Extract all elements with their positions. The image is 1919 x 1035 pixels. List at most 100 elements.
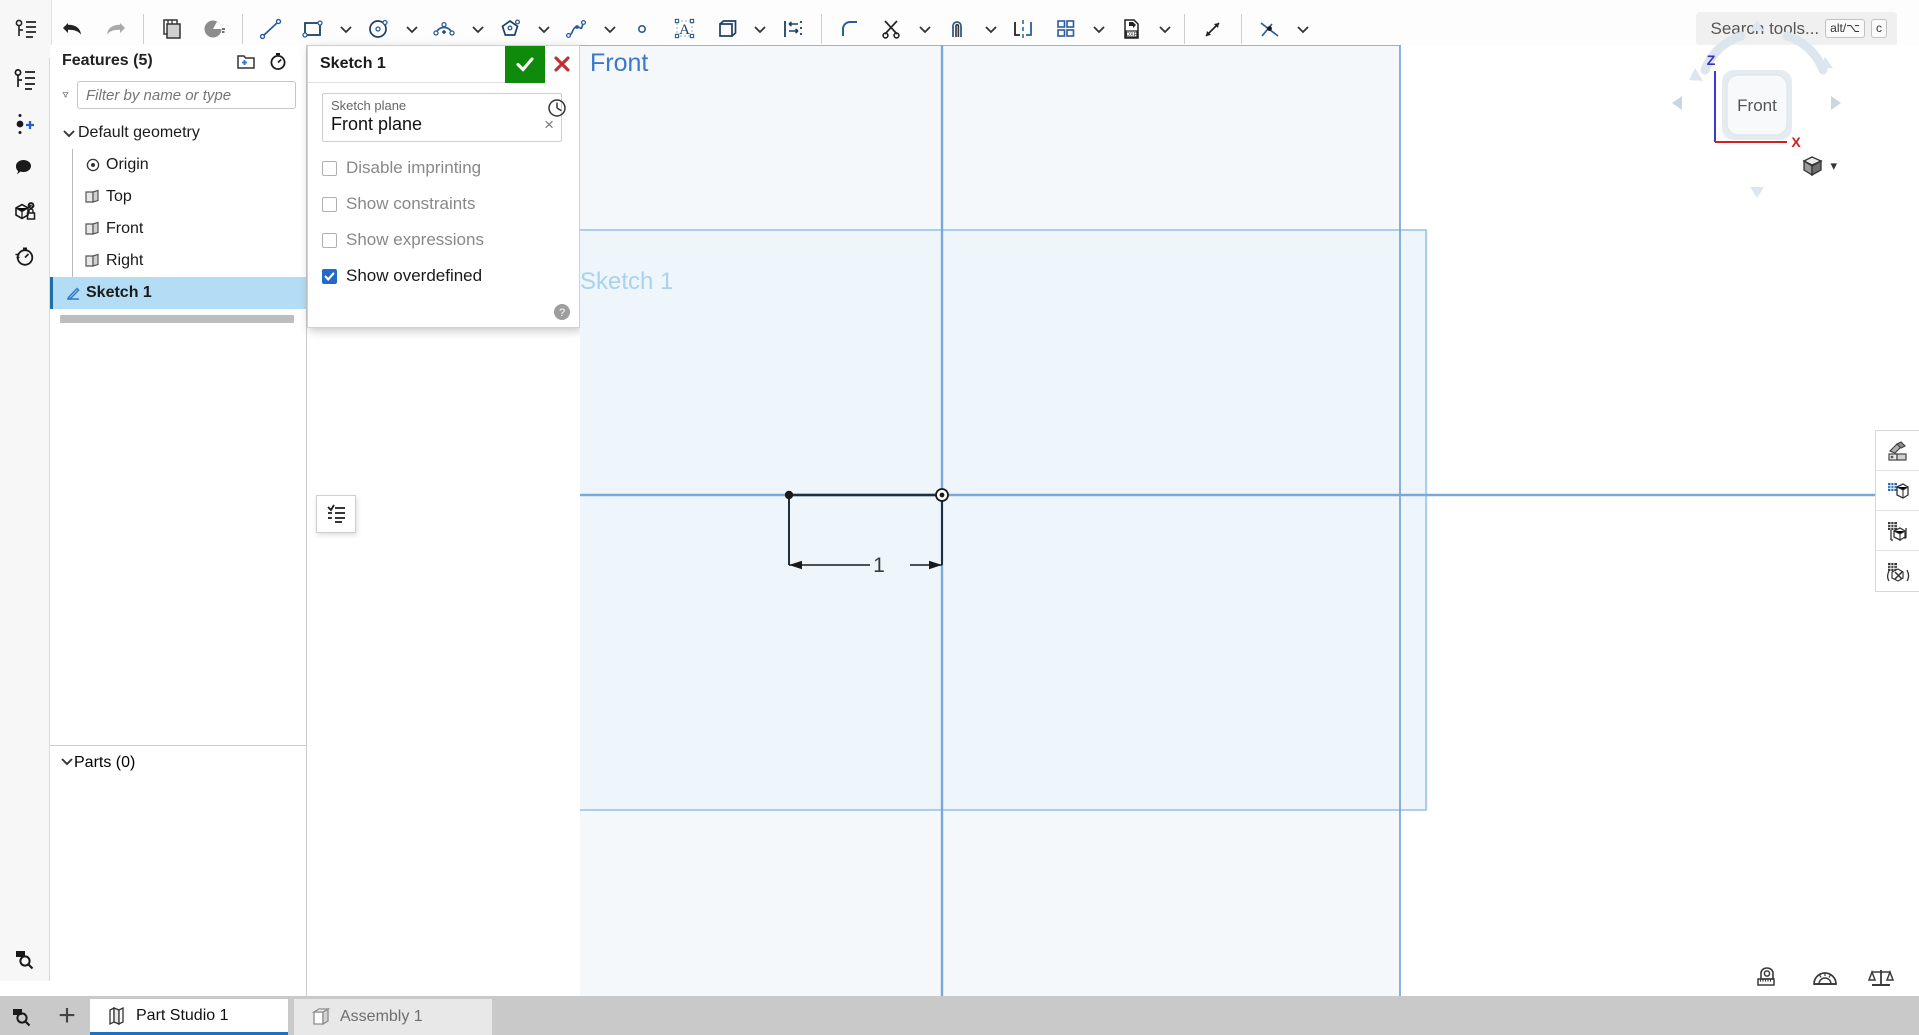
origin-icon [80,157,106,173]
filter-row [50,77,306,117]
appearance-button[interactable] [1876,431,1919,471]
view-left-arrow[interactable] [1672,96,1682,110]
document-tab-bar: + Part Studio 1 Assembly 1 [0,996,1919,1035]
chevron-down-icon [406,25,418,33]
tree-item-front-plane[interactable]: Front [50,213,306,245]
sidebar-item-history[interactable] [0,234,50,278]
tree-item-origin[interactable]: Origin [50,149,306,181]
view-down-arrow[interactable] [1750,187,1764,198]
arc-icon [433,21,455,36]
feature-panel-header: Features (5) [50,45,306,77]
checkbox-show-constraints[interactable]: Show constraints [322,194,565,214]
explode-view-button[interactable] [1876,551,1919,591]
rollback-button[interactable] [262,47,294,75]
checkbox-box[interactable] [322,232,337,248]
sidebar-item-search-document[interactable] [0,937,50,981]
plane-icon [80,188,106,206]
checkbox-show-expressions[interactable]: Show expressions [322,230,565,250]
part-studio-icon [109,1006,124,1025]
tree-item-label: Default geometry [78,124,200,141]
left-sidebar-rail: ? [0,58,50,981]
rotate-cw-arrow[interactable] [1782,31,1828,75]
sketch-plane-field[interactable]: Sketch plane Front plane × [322,93,562,142]
sidebar-item-add-version[interactable] [0,102,50,146]
sketch-point[interactable] [784,490,794,500]
tree-item-right-plane[interactable]: Right [50,245,306,277]
tab-part-studio-1[interactable]: Part Studio 1 [90,999,288,1035]
trim-icon [882,19,900,39]
parts-section-header[interactable]: Parts (0) [50,746,306,780]
sketch-history-button[interactable] [541,93,573,123]
tree-item-top-plane[interactable]: Top [50,181,306,213]
sketch-history-icon [548,99,566,117]
tree-scrollbar[interactable] [60,315,294,323]
checkbox-box[interactable] [322,196,337,212]
new-folder-button[interactable] [230,47,262,75]
tab-label: Assembly 1 [340,1008,423,1025]
chevron-down-icon [1159,25,1171,33]
sidebar-item-part-permissions[interactable]: ? [0,190,50,234]
help-circle-icon[interactable]: ? [553,303,571,321]
chevron-down-icon [919,25,931,33]
import-dxf-icon: DXF [1124,18,1139,39]
dimension-value-label[interactable]: 1 [873,554,885,577]
chevron-down-icon [472,25,484,33]
protractor-button[interactable] [1811,965,1841,991]
circle-icon [369,19,388,38]
search-input[interactable] [77,81,296,109]
accept-button[interactable] [505,45,545,83]
checkbox-show-overdefined[interactable]: Show overdefined [322,266,565,286]
sidebar-item-comments[interactable] [0,146,50,190]
chevron-down-icon[interactable] [60,126,78,140]
undo-icon [63,22,81,35]
spline-icon [565,19,587,38]
chevron-down-icon: ▾ [1830,158,1837,173]
axis-x-label: X [1791,134,1801,150]
checkbox-box[interactable] [322,160,337,176]
close-icon [554,56,570,72]
parts-section: Parts (0) [50,745,306,996]
filter-icon[interactable] [62,84,69,106]
tree-item-default-geometry[interactable]: Default geometry [50,117,306,149]
part-lock-icon: ? [15,202,36,220]
tab-assembly-1[interactable]: Assembly 1 [294,999,492,1035]
measure-tape-button[interactable] [1755,965,1785,991]
toolbar-separator [242,13,243,44]
axis-z-label: Z [1707,52,1716,68]
polygon-icon [501,18,521,36]
parts-section-label: Parts (0) [74,754,136,771]
checkbox-disable-imprinting[interactable]: Disable imprinting [322,158,565,178]
point-icon [638,24,647,33]
view-cube[interactable]: Front Z X ▾ [1669,8,1859,208]
section-view-button[interactable] [1876,511,1919,551]
feature-list-toggle-button[interactable] [0,0,52,58]
view-right-arrow[interactable] [1831,96,1841,110]
sketch-plane-label: Sketch plane [331,98,407,113]
tree-item-label: Top [106,188,132,205]
feature-list-icon [15,19,36,38]
sidebar-item-feature-list[interactable] [0,58,50,102]
transform-icon [1205,21,1220,37]
offset-icon [952,20,962,37]
view-style-dropdown[interactable]: ▾ [1800,153,1837,179]
tab-search-button[interactable] [0,996,44,1035]
checkbox-label: Show overdefined [346,266,483,285]
view-up-arrow[interactable] [1750,20,1764,31]
plane-icon [80,220,106,238]
checkbox-box[interactable] [322,268,337,284]
cancel-button[interactable] [545,45,579,83]
onshape-part-studio: A DXF Search tools... alt/⌥ c ? Features… [0,0,1919,1035]
tree-item-label: Origin [106,156,149,173]
magnify-box-icon [16,951,34,970]
tree-item-label: Right [106,252,144,269]
display-grid-button[interactable] [1876,471,1919,511]
chevron-down-icon[interactable] [60,754,74,773]
feature-list-icon [14,69,35,90]
tree-item-sketch-1[interactable]: Sketch 1 [50,277,306,309]
view-cube-face-label: Front [1737,96,1777,115]
add-tab-button[interactable]: + [44,996,90,1035]
tab-label: Part Studio 1 [136,1006,229,1024]
constraint-icon [1260,21,1279,37]
mass-properties-button[interactable] [1867,965,1897,991]
constraint-list-button[interactable] [316,495,356,533]
